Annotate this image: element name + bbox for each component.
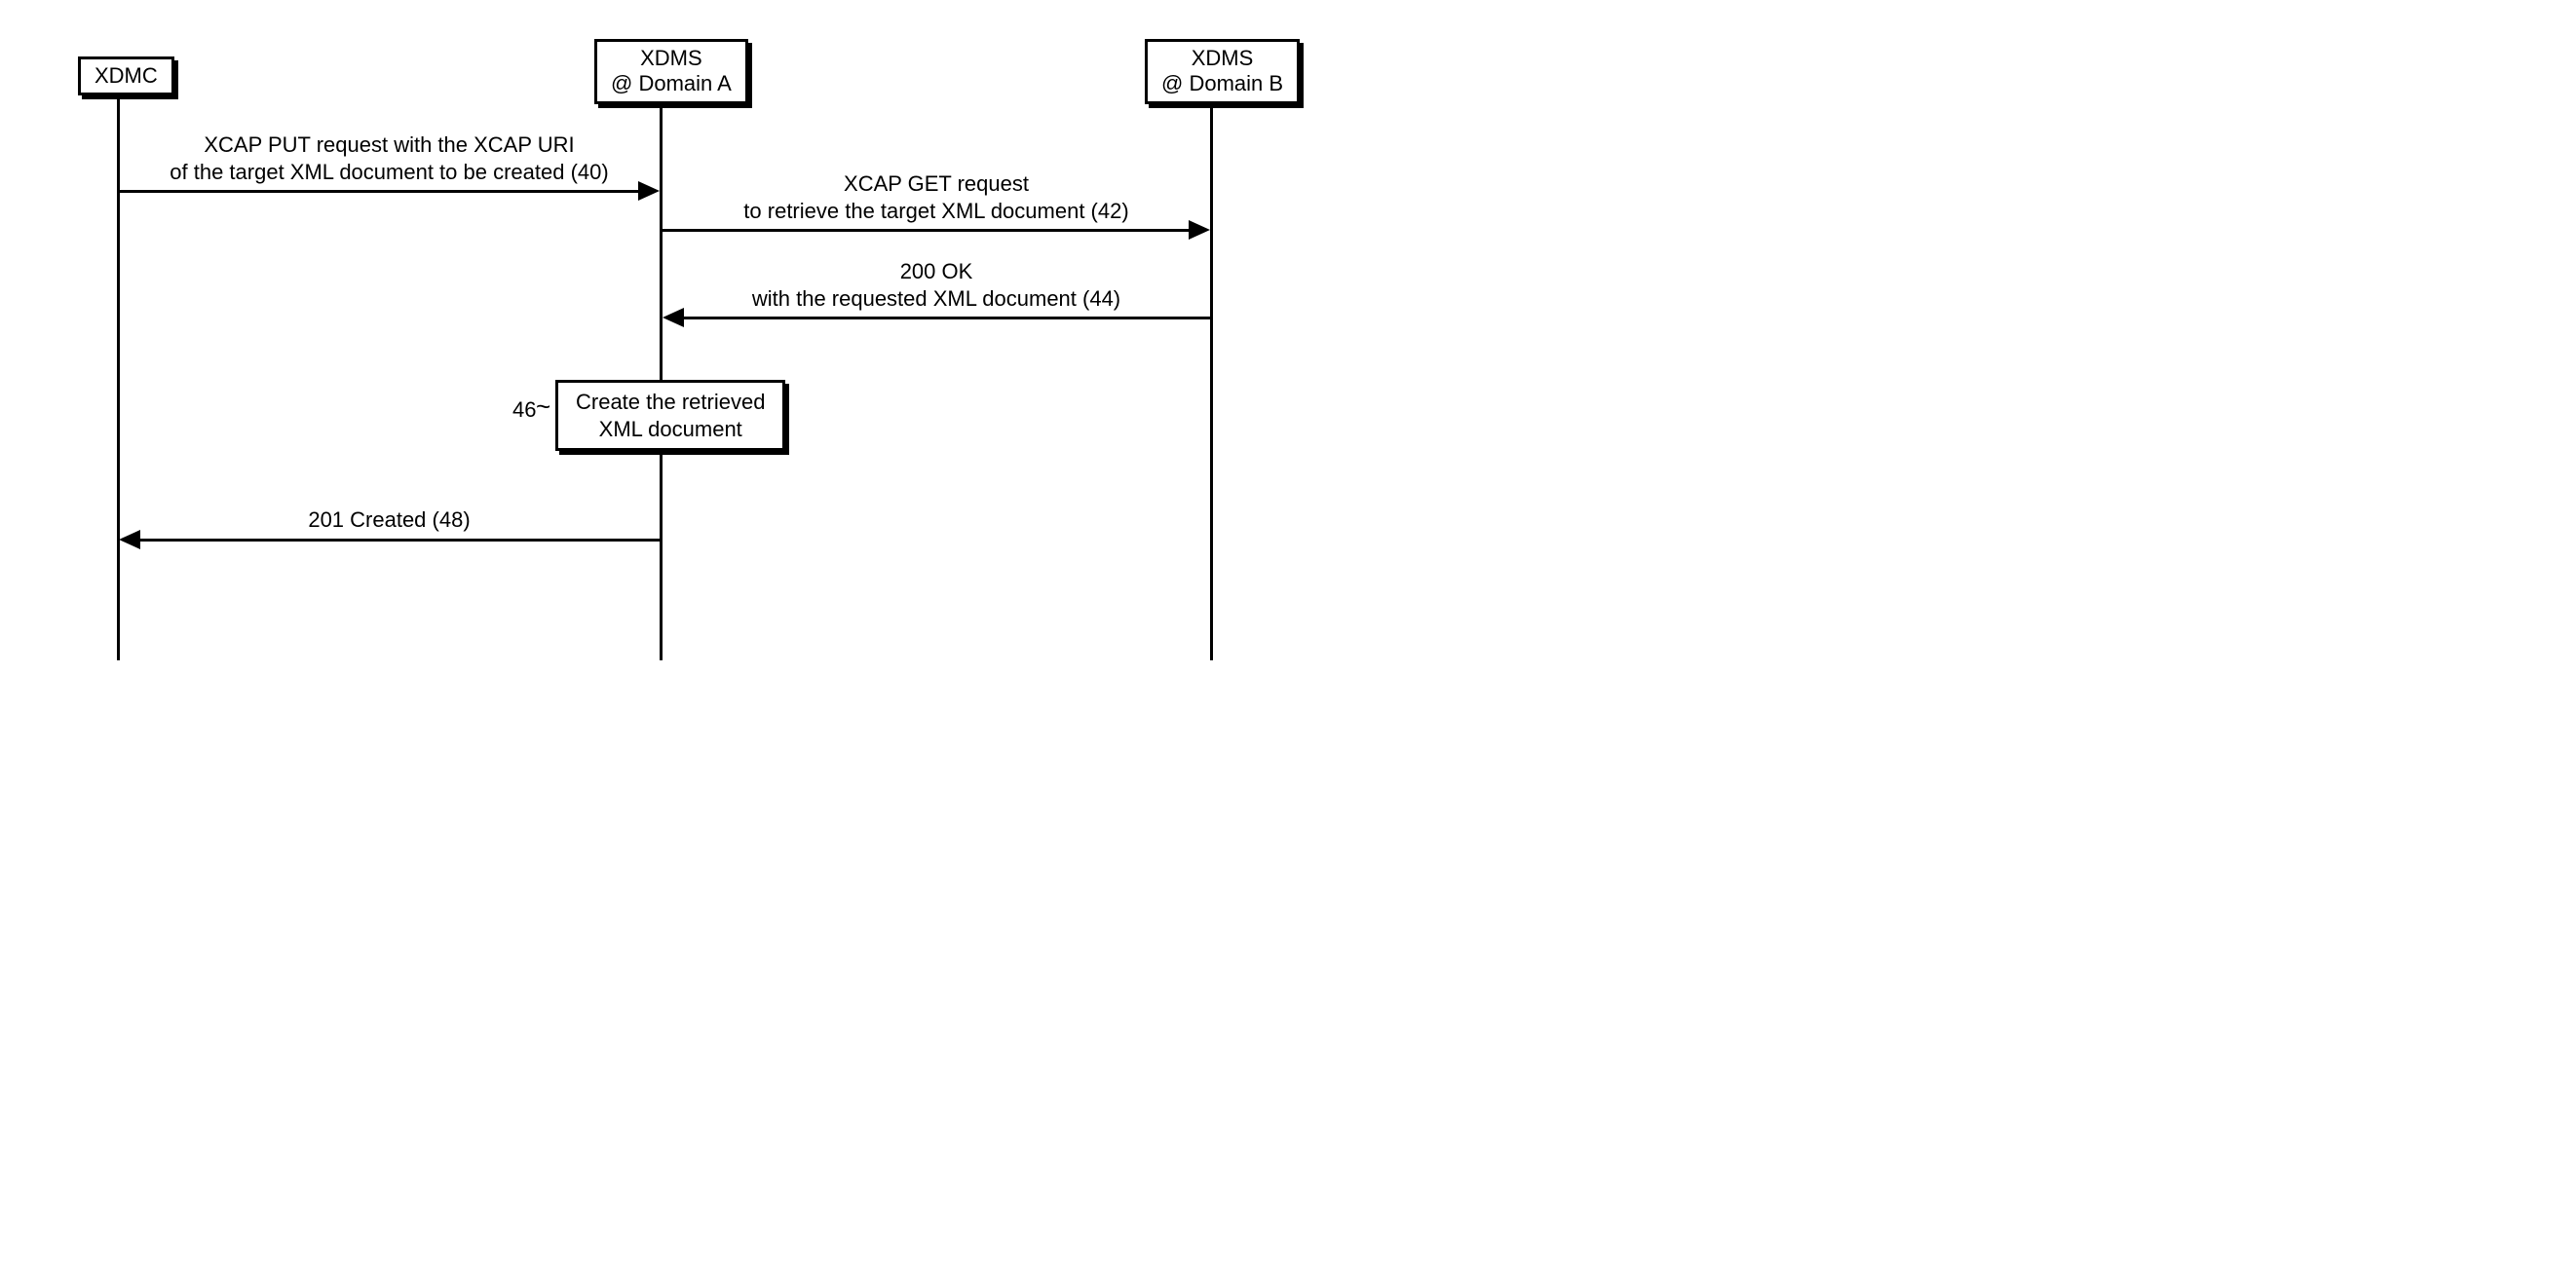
- actor-label-line2: @ Domain B: [1161, 71, 1283, 96]
- activity-46-line1: Create the retrieved: [576, 389, 765, 416]
- arrow-44-line: [682, 317, 1210, 319]
- message-48-text: 201 Created (48): [119, 506, 660, 534]
- arrow-44-head: [663, 308, 684, 327]
- activity-46-ref: 46: [512, 397, 536, 423]
- actor-label-line1: XDMS: [1161, 46, 1283, 71]
- activity-46-tilde: ~: [536, 392, 550, 422]
- message-42: XCAP GET request to retrieve the target …: [663, 170, 1210, 224]
- message-40: XCAP PUT request with the XCAP URI of th…: [119, 131, 660, 185]
- message-44: 200 OK with the requested XML document (…: [663, 258, 1210, 312]
- arrow-40-line: [119, 190, 640, 193]
- message-44-line1: 200 OK: [663, 258, 1210, 285]
- message-40-line1: XCAP PUT request with the XCAP URI: [119, 131, 660, 159]
- activity-46: Create the retrieved XML document: [555, 380, 785, 451]
- actor-label-line1: XDMS: [611, 46, 732, 71]
- message-44-line2: with the requested XML document (44): [663, 285, 1210, 313]
- lifeline-xdms-b: [1210, 105, 1213, 660]
- message-40-line2: of the target XML document to be created…: [119, 159, 660, 186]
- actor-xdms-b: XDMS @ Domain B: [1145, 39, 1300, 104]
- arrow-42-head: [1189, 220, 1210, 240]
- activity-46-line2: XML document: [576, 416, 765, 443]
- message-42-line2: to retrieve the target XML document (42): [663, 198, 1210, 225]
- arrow-48-line: [138, 539, 660, 542]
- message-42-line1: XCAP GET request: [663, 170, 1210, 198]
- actor-xdms-a: XDMS @ Domain A: [594, 39, 748, 104]
- arrow-48-head: [119, 530, 140, 549]
- arrow-42-line: [663, 229, 1191, 232]
- sequence-diagram: XDMC XDMS @ Domain A XDMS @ Domain B XCA…: [39, 39, 1306, 672]
- actor-label: XDMC: [95, 63, 158, 88]
- actor-label-line2: @ Domain A: [611, 71, 732, 96]
- arrow-40-head: [638, 181, 660, 201]
- actor-xdmc: XDMC: [78, 56, 174, 95]
- message-48: 201 Created (48): [119, 506, 660, 534]
